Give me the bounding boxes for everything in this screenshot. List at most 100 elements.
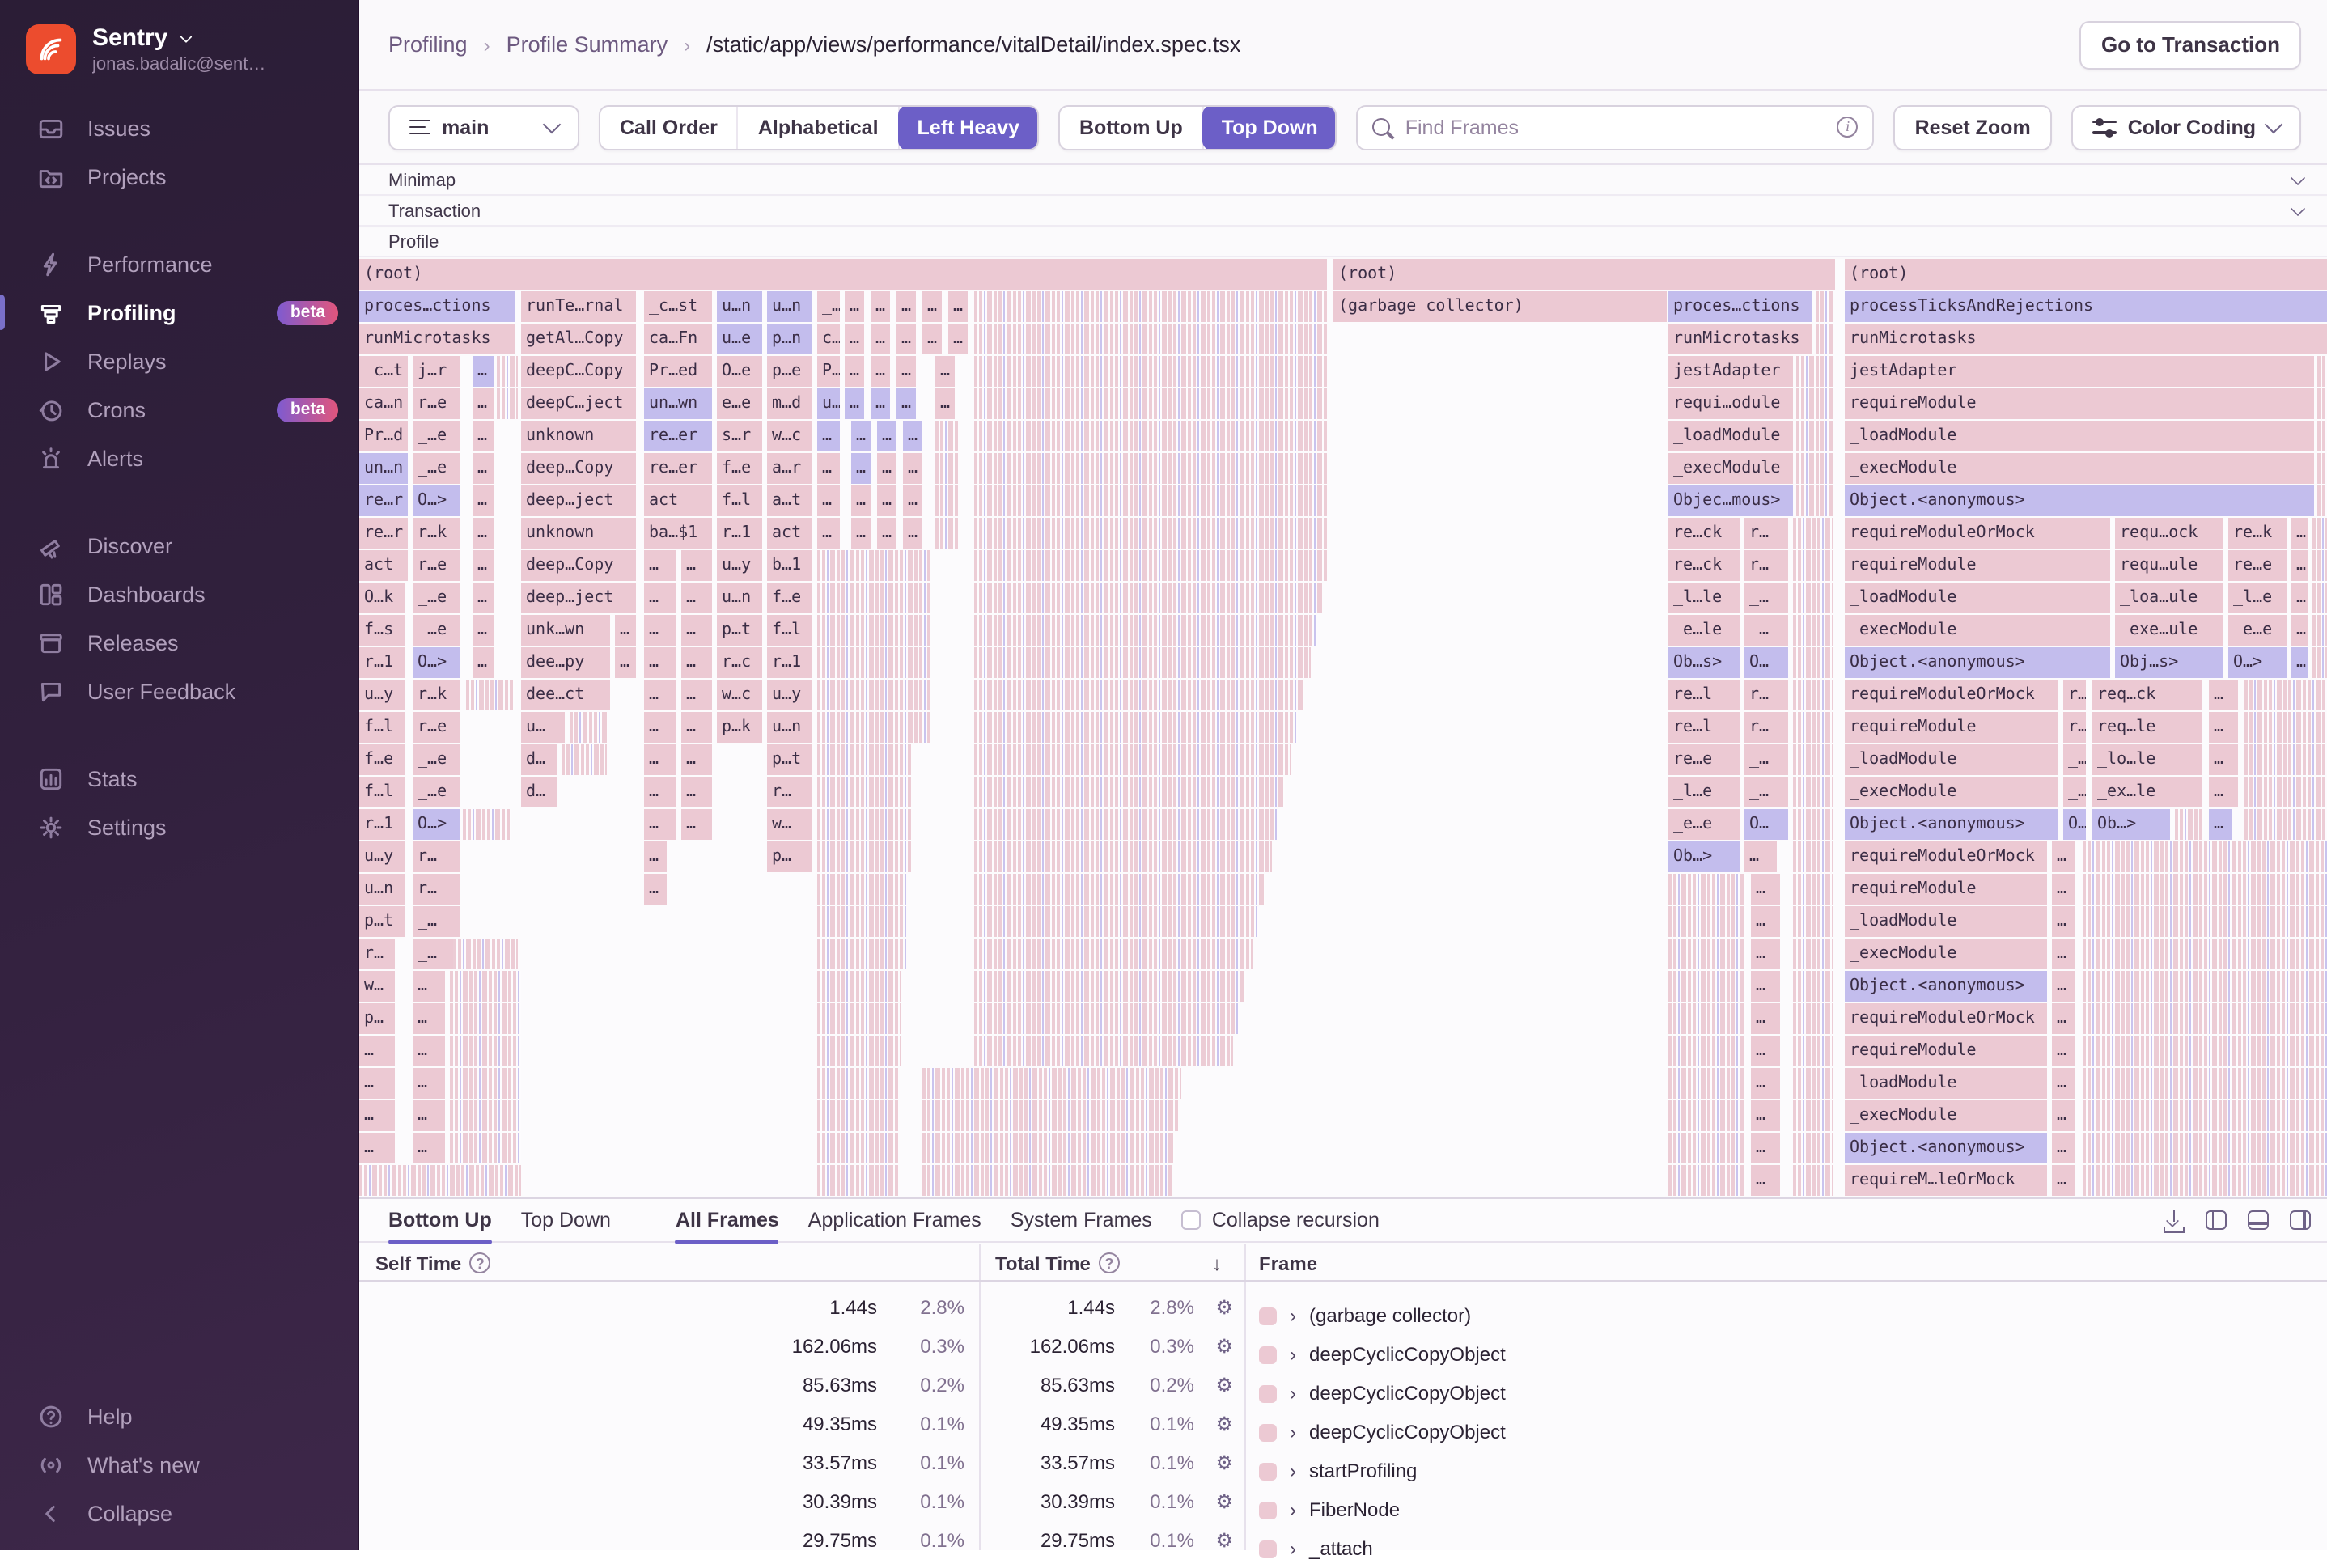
flame-dense-region[interactable] [2312,583,2327,613]
col-frame[interactable]: Frame [1259,1244,1317,1282]
flame-frame[interactable]: act [359,550,408,581]
flame-frame[interactable]: … [473,647,494,678]
flame-dense-region[interactable] [1668,874,1746,905]
flame-dense-region[interactable] [1668,1068,1746,1099]
gear-icon[interactable]: ⚙ [1207,1296,1233,1319]
layout-left-icon[interactable] [2206,1210,2227,1230]
flame-frame[interactable]: … [473,453,494,484]
flame-frame[interactable]: … [896,291,916,322]
flame-frame[interactable]: _loadModule [1845,906,2047,937]
flame-dense-region[interactable] [817,939,906,969]
flame-frame[interactable]: _…e [413,583,460,613]
sidebar-item-collapse[interactable]: Collapse [0,1489,358,1537]
flame-frame[interactable]: u…y [767,680,812,710]
sidebar-item-stats[interactable]: Stats [0,754,358,803]
flame-frame[interactable]: re…ck [1668,550,1740,581]
flame-frame[interactable]: _… [2063,777,2086,807]
flame-frame[interactable]: … [871,356,890,387]
flame-frame[interactable]: requireModule [1845,388,2314,419]
flame-frame[interactable]: Object.<anonymous> [1845,809,2058,840]
flame-dense-region[interactable] [359,1165,521,1196]
flame-dense-region[interactable] [974,906,1259,937]
flame-frame[interactable]: … [681,777,712,807]
flame-frame[interactable]: requ…ock [2115,518,2223,549]
flame-dense-region[interactable] [2083,971,2327,1002]
flame-dense-region[interactable] [2083,1068,2327,1099]
flame-frame[interactable]: Obj…s> [2115,647,2223,678]
chevron-right-icon[interactable]: › [1290,1498,1296,1521]
flame-dense-region[interactable] [2083,1036,2327,1066]
flame-frame[interactable]: re…ck [1668,518,1740,549]
flame-frame[interactable]: r… [359,939,395,969]
flame-frame[interactable]: runMicrotasks [1668,324,1812,354]
flame-frame[interactable]: … [473,421,494,451]
flame-frame[interactable]: p… [359,1003,395,1034]
flame-frame[interactable]: requireModuleOrMock [1845,1003,2047,1034]
flame-dense-region[interactable] [817,583,930,613]
flame-frame[interactable]: … [2291,647,2308,678]
flame-dense-region[interactable] [935,453,958,484]
flame-frame[interactable]: w… [767,809,812,840]
flame-frame[interactable]: … [681,744,712,775]
flame-dense-region[interactable] [935,421,958,451]
flame-frame[interactable]: … [1751,971,1780,1002]
flame-frame[interactable]: r…1 [359,647,405,678]
flame-dense-region[interactable] [570,712,608,743]
table-row[interactable]: 162.06ms 0.3% 162.06ms 0.3% ⚙ › deepCyclicCopy… [359,1335,2327,1374]
flame-frame[interactable]: … [845,324,864,354]
flame-dense-region[interactable] [562,744,607,775]
org-switcher[interactable]: Sentry jonas.badalic@sent… [0,0,358,91]
flame-frame[interactable]: … [644,841,667,872]
flame-frame[interactable]: … [644,615,676,646]
flame-frame[interactable]: … [644,550,676,581]
flame-frame[interactable]: … [2052,874,2075,905]
flame-frame[interactable]: proces…ctions [1668,291,1812,322]
flame-frame[interactable]: … [1751,1003,1780,1034]
flame-frame[interactable]: req…le [2092,712,2202,743]
flame-frame[interactable]: … [1744,841,1777,872]
flame-frame[interactable]: Pr…d [359,421,408,451]
table-row[interactable]: 30.39ms 0.1% 30.39ms 0.1% ⚙ › FiberNode [359,1490,2327,1529]
flame-dense-region[interactable] [450,1036,521,1066]
flame-frame[interactable]: … [2052,971,2075,1002]
flame-frame[interactable]: w…c [767,421,812,451]
flame-frame[interactable]: _e…e [1668,809,1740,840]
flame-dense-region[interactable] [817,680,930,710]
flame-frame[interactable]: _execModule [1845,777,2058,807]
table-row[interactable]: 29.75ms 0.1% 29.75ms 0.1% ⚙ › _attach [359,1529,2327,1568]
flame-dense-region[interactable] [1796,421,1833,451]
flame-frame[interactable]: Object.<anonymous> [1845,647,2110,678]
flame-dense-region[interactable] [974,550,1327,581]
flame-dense-region[interactable] [974,939,1253,969]
flame-frame[interactable]: … [2209,680,2238,710]
flame-dense-region[interactable] [817,971,901,1002]
layout-bottom-icon[interactable] [2248,1210,2269,1230]
flame-frame[interactable]: r…1 [767,647,812,678]
flamegraph[interactable]: (root) (root) (root) proces…ctions runTe…rna… [359,259,2327,1197]
flame-dense-region[interactable] [974,421,1327,451]
flame-frame[interactable]: u… [521,712,565,743]
flame-frame[interactable]: d… [521,777,557,807]
flame-frame[interactable]: requ…ule [2115,550,2223,581]
flame-frame[interactable]: Pr…ed [644,356,712,387]
gear-icon[interactable]: ⚙ [1207,1529,1233,1552]
flame-dense-region[interactable] [1668,906,1746,937]
sidebar-item-profiling[interactable]: Profiling beta [0,288,358,337]
flame-dense-region[interactable] [1796,388,1833,419]
flame-dense-region[interactable] [817,809,911,840]
flame-dense-region[interactable] [1793,1100,1833,1131]
flame-frame[interactable]: (root) [359,259,1327,290]
flame-frame[interactable]: … [644,874,667,905]
flame-frame[interactable]: … [1751,1036,1780,1066]
flame-frame[interactable]: … [845,291,864,322]
flame-frame[interactable]: r… [1744,518,1788,549]
flame-dense-region[interactable] [1668,939,1746,969]
flame-dense-region[interactable] [1793,1165,1833,1196]
flame-frame[interactable]: unk…wn [521,615,610,646]
flame-frame[interactable]: u…y [717,550,762,581]
flame-frame[interactable]: … [877,518,896,549]
flame-frame[interactable]: Object.<anonymous> [1845,1133,2047,1163]
flame-frame[interactable]: c… [817,324,840,354]
flame-frame[interactable]: u…e [717,324,762,354]
flame-dense-region[interactable] [1796,453,1833,484]
